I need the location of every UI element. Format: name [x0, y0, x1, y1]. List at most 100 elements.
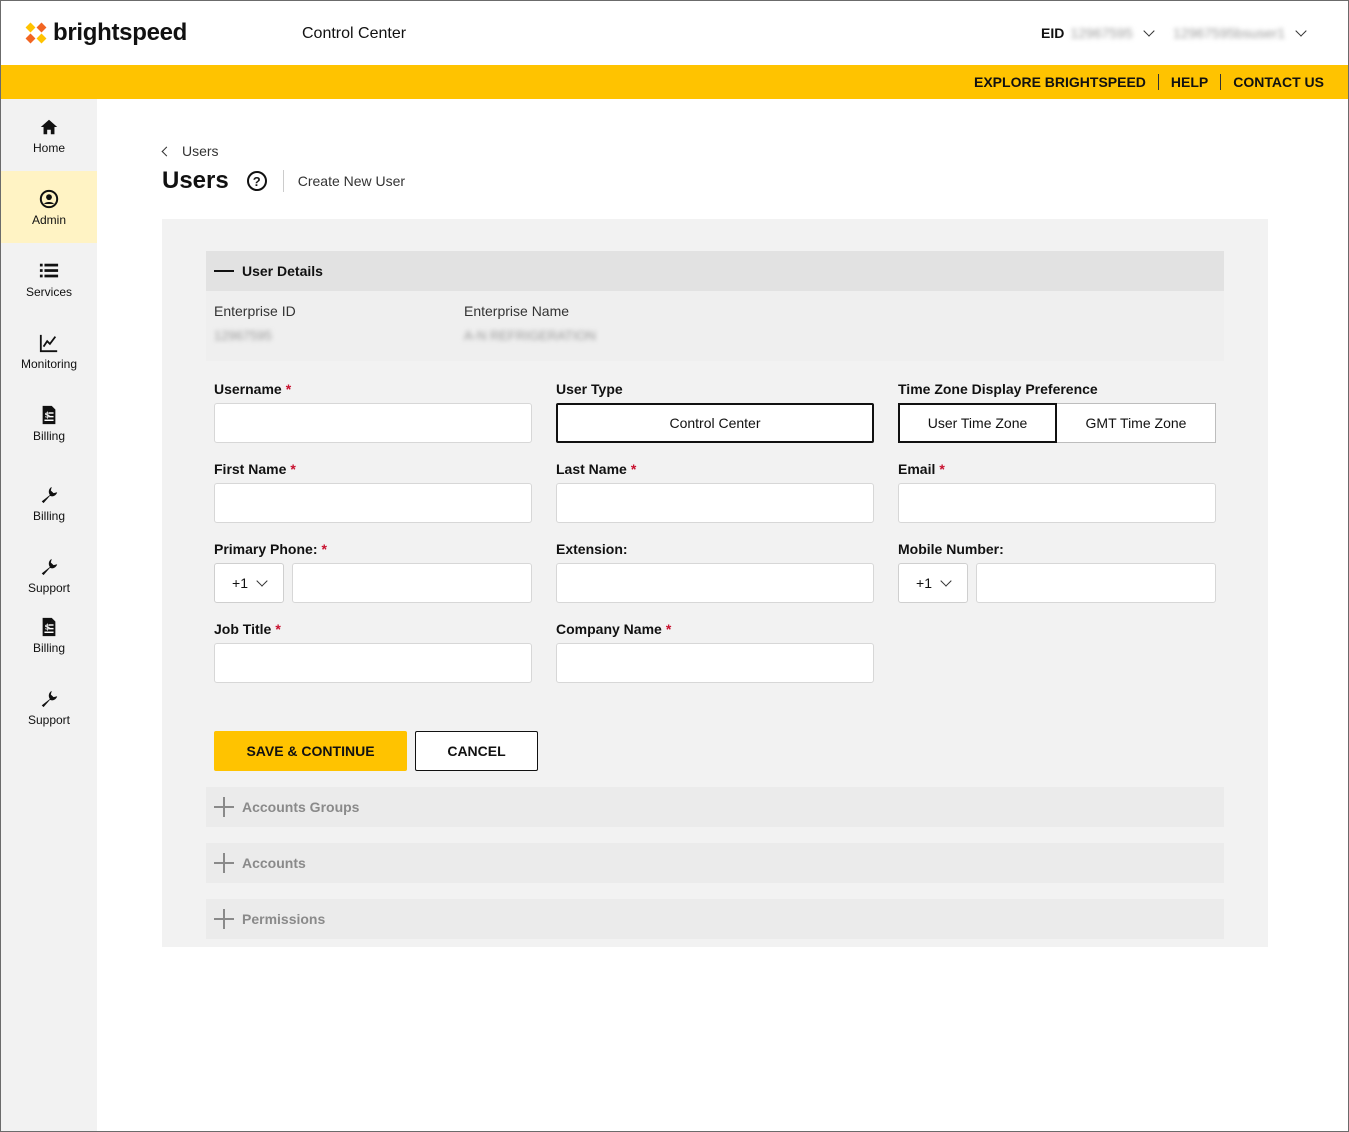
- page-subtitle: Create New User: [297, 173, 406, 189]
- app-title: Control Center: [302, 25, 407, 42]
- section-title: Permissions: [242, 911, 326, 927]
- job-title-label: Job Title *: [214, 621, 281, 637]
- mobile-country-select[interactable]: +1: [898, 563, 968, 603]
- chevron-down-icon: [256, 575, 268, 587]
- invoice-icon: $: [38, 404, 60, 426]
- enterprise-name-value: A-N REFRIGERATION: [464, 328, 596, 343]
- save-continue-button[interactable]: SAVE & CONTINUE: [214, 731, 407, 771]
- eid-selector[interactable]: EID 12967595: [1041, 25, 1163, 41]
- chart-line-icon: [38, 332, 60, 354]
- expand-icon: [214, 909, 234, 929]
- last-name-label: Last Name *: [556, 461, 637, 477]
- email-label: Email *: [898, 461, 945, 477]
- username-display: 12967595bsuser1: [1173, 25, 1286, 41]
- user-circle-icon: [38, 188, 60, 210]
- wrench-icon: [38, 484, 60, 506]
- brand-logo[interactable]: brightspeed: [25, 19, 187, 47]
- company-name-input[interactable]: [556, 643, 874, 683]
- sidebar-item-billing-2[interactable]: Billing: [1, 467, 97, 539]
- accounts-header[interactable]: Accounts: [206, 843, 1224, 883]
- user-type-control-center[interactable]: Control Center: [556, 403, 874, 443]
- section-title: Accounts Groups: [242, 799, 360, 815]
- explore-brightspeed-link[interactable]: EXPLORE BRIGHTSPEED: [962, 74, 1158, 90]
- chevron-down-icon: [1142, 25, 1155, 37]
- sidebar-item-label: Support: [27, 712, 71, 727]
- cancel-button[interactable]: CANCEL: [415, 731, 538, 771]
- mobile-number-label: Mobile Number:: [898, 541, 1004, 557]
- chevron-left-icon: [161, 146, 172, 156]
- brightspeed-logo-icon: [25, 22, 47, 44]
- title-divider: [282, 170, 284, 192]
- page-title: Users: [162, 167, 229, 194]
- enterprise-info: Enterprise ID 12967595 Enterprise Name A…: [206, 291, 1224, 361]
- mobile-number-input[interactable]: [976, 563, 1216, 603]
- sidebar-item-label: Admin: [31, 212, 66, 227]
- contact-us-link[interactable]: CONTACT US: [1220, 74, 1324, 90]
- enterprise-id-value: 12967595: [214, 328, 272, 343]
- chevron-down-icon: [1295, 25, 1307, 37]
- company-name-label: Company Name *: [556, 621, 672, 637]
- section-title: Accounts: [242, 855, 306, 871]
- breadcrumb[interactable]: Users: [161, 143, 219, 159]
- accounts-groups-header[interactable]: Accounts Groups: [206, 787, 1224, 827]
- sidebar-item-label: Billing: [32, 508, 65, 523]
- invoice-icon: $: [38, 616, 60, 638]
- sidebar-item-billing-3[interactable]: $ Billing: [1, 599, 97, 671]
- user-time-zone-option[interactable]: User Time Zone: [898, 403, 1057, 443]
- sidebar-item-label: Monitoring: [20, 356, 78, 371]
- first-name-input[interactable]: [214, 483, 532, 523]
- first-name-label: First Name *: [214, 461, 296, 477]
- eid-label: EID: [1041, 25, 1065, 41]
- primary-phone-country-select[interactable]: +1: [214, 563, 284, 603]
- extension-label: Extension:: [556, 541, 628, 557]
- primary-phone-label: Primary Phone: *: [214, 541, 327, 557]
- sidebar-item-admin[interactable]: Admin: [1, 171, 97, 243]
- sidebar-item-monitoring[interactable]: Monitoring: [1, 315, 97, 387]
- user-menu[interactable]: 12967595bsuser1: [1173, 25, 1315, 41]
- username-label: Username *: [214, 381, 292, 397]
- sidebar-item-services[interactable]: Services: [1, 243, 97, 315]
- expand-icon: [214, 797, 234, 817]
- enterprise-id-label: Enterprise ID: [214, 303, 296, 319]
- extension-input[interactable]: [556, 563, 874, 603]
- brand-name: brightspeed: [53, 19, 188, 46]
- timezone-toggle: User Time Zone GMT Time Zone: [898, 403, 1216, 443]
- eid-value: 12967595: [1070, 25, 1133, 41]
- timezone-label: Time Zone Display Preference: [898, 381, 1098, 397]
- section-title: User Details: [242, 263, 323, 279]
- job-title-input[interactable]: [214, 643, 532, 683]
- email-input[interactable]: [898, 483, 1216, 523]
- sidebar-item-label: Services: [25, 284, 72, 299]
- user-type-label: User Type: [556, 381, 623, 397]
- collapse-icon: [214, 270, 234, 272]
- sidebar: Home Admin Services Monitoring $ Billing: [1, 99, 97, 1131]
- wrench-icon: [38, 688, 60, 710]
- breadcrumb-users: Users: [182, 143, 219, 159]
- sidebar-item-label: Billing: [32, 428, 65, 443]
- sidebar-item-label: Billing: [32, 640, 65, 655]
- primary-phone-input[interactable]: [292, 563, 532, 603]
- sidebar-item-home[interactable]: Home: [1, 99, 97, 171]
- user-details-header[interactable]: User Details: [206, 251, 1224, 291]
- help-icon[interactable]: ?: [246, 171, 267, 191]
- app-window: brightspeed Control Center EID 12967595 …: [0, 0, 1349, 1132]
- chevron-down-icon: [940, 575, 952, 587]
- create-user-panel: User Details Enterprise ID 12967595 Ente…: [162, 219, 1268, 947]
- svg-text:$: $: [44, 409, 50, 419]
- sidebar-item-billing[interactable]: $ Billing: [1, 387, 97, 459]
- list-icon: [38, 260, 60, 282]
- top-header: brightspeed Control Center EID 12967595 …: [1, 1, 1348, 65]
- help-link[interactable]: HELP: [1157, 74, 1220, 90]
- utility-nav: EXPLORE BRIGHTSPEED HELP CONTACT US: [962, 74, 1324, 90]
- home-icon: [38, 116, 60, 138]
- expand-icon: [214, 853, 234, 873]
- username-input[interactable]: [214, 403, 532, 443]
- permissions-header[interactable]: Permissions: [206, 899, 1224, 939]
- page-title-row: Users ? Create New User: [162, 167, 405, 195]
- sidebar-item-support-2[interactable]: Support: [1, 671, 97, 743]
- sidebar-item-label: Support: [27, 580, 71, 595]
- gmt-time-zone-option[interactable]: GMT Time Zone: [1057, 403, 1216, 443]
- svg-text:$: $: [44, 621, 50, 631]
- last-name-input[interactable]: [556, 483, 874, 523]
- sidebar-item-label: Home: [32, 140, 65, 155]
